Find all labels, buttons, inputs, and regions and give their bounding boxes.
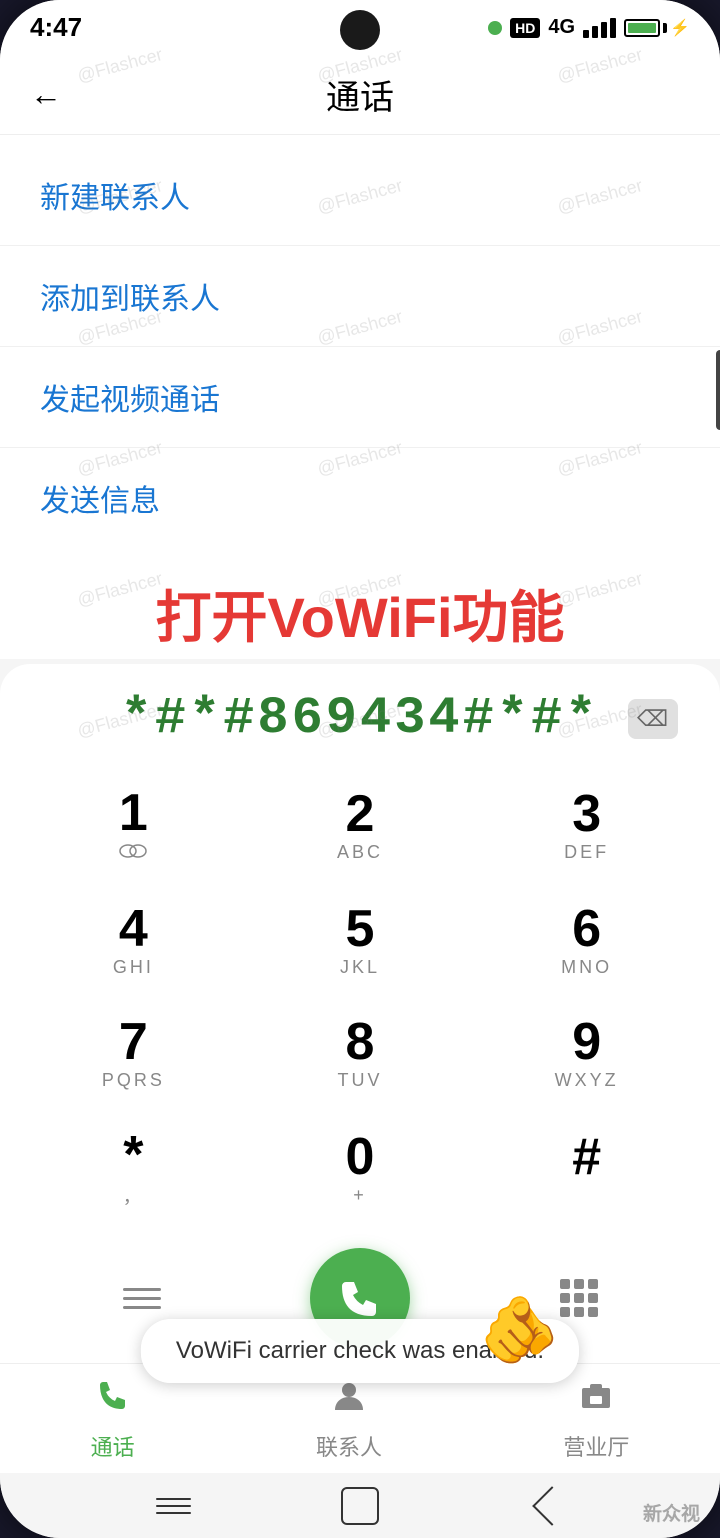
key-6[interactable]: 6 MNO [473,884,700,997]
key-star-main: * [123,1129,143,1181]
nav-business-label: 营业厅 [563,1430,629,1462]
key-8-sub: TUV [337,1070,382,1092]
back-chevron-icon [532,1486,572,1526]
key-3-main: 3 [572,788,601,840]
dial-input-row: *#*#869434#*#* ⌫ [0,664,720,758]
menu-item-send-message[interactable]: 发送信息 [0,448,720,548]
menu-icon [156,1498,191,1514]
key-4-sub: GHI [113,957,154,979]
key-6-sub: MNO [561,957,612,979]
key-5-sub: JKL [340,957,380,979]
key-star[interactable]: * ， [20,1111,247,1228]
system-home-button[interactable] [335,1481,385,1531]
key-1[interactable]: 1 [20,768,247,884]
phone-frame: @Flashcer @Flashcer @Flashcer @Flashcer … [0,0,720,1538]
key-1-main: 1 [119,787,148,839]
hand-pointer-icon: 🫵 [479,1292,560,1363]
key-0-main: 0 [346,1131,375,1183]
key-4-main: 4 [119,903,148,955]
key-1-sub [118,841,148,866]
menu-area: 新建联系人 添加到联系人 发起视频通话 发送信息 [0,135,720,558]
status-icons: HD 4G ⚡ [488,16,690,39]
nav-calls-label: 通话 [91,1430,135,1462]
key-hash[interactable]: # [473,1111,700,1228]
notification-dot [488,21,502,35]
nav-item-calls[interactable]: 通话 [91,1376,135,1462]
dialer-area: *#*#869434#*#* ⌫ 1 2 ABC 3 [0,664,720,1363]
battery-body [624,19,660,37]
backspace-icon: ⌫ [628,699,678,739]
signal-bar-3 [601,22,607,38]
menu-item-add-contact[interactable]: 添加到联系人 [0,246,720,347]
key-2[interactable]: 2 ABC [247,768,474,884]
page-title: 通话 [326,70,394,119]
hd-badge: HD [510,18,540,38]
dial-number-display: *#*#869434#*#* [40,689,680,748]
key-7[interactable]: 7 PQRS [20,998,247,1111]
backspace-button[interactable]: ⌫ [625,696,680,741]
nav-item-business[interactable]: 营业厅 [563,1376,629,1462]
status-time: 4:47 [30,12,82,43]
phone-screen: @Flashcer @Flashcer @Flashcer @Flashcer … [0,0,720,1538]
network-type: 4G [548,16,575,39]
battery-tip [663,23,667,33]
top-nav: ← 通话 [0,55,720,135]
platform-logo: 新众视 [643,1499,700,1526]
signal-bar-1 [583,30,589,38]
system-menu-button[interactable] [148,1481,198,1531]
battery-fill [628,23,656,33]
key-5-main: 5 [346,903,375,955]
menu-lines-icon [123,1288,161,1309]
key-9-sub: WXYZ [555,1070,619,1092]
key-7-main: 7 [119,1016,148,1068]
business-icon [576,1376,616,1425]
key-8-main: 8 [346,1016,375,1068]
menu-item-new-contact[interactable]: 新建联系人 [0,145,720,246]
key-7-sub: PQRS [102,1070,165,1092]
key-3[interactable]: 3 DEF [473,768,700,884]
back-button[interactable]: ← [30,76,62,113]
system-back-button[interactable] [522,1481,572,1531]
nav-item-contacts[interactable]: 联系人 [316,1376,382,1462]
vowifi-title: 打开VoWiFi功能 [30,573,690,654]
key-4[interactable]: 4 GHI [20,884,247,997]
key-0-sub: + [353,1185,367,1207]
key-6-main: 6 [572,903,601,955]
key-5[interactable]: 5 JKL [247,884,474,997]
volume-button[interactable] [716,350,720,430]
key-3-sub: DEF [564,842,609,864]
signal-bar-4 [610,18,616,38]
vowifi-banner: 打开VoWiFi功能 [0,558,720,659]
nav-contacts-label: 联系人 [316,1430,382,1462]
camera-notch [340,10,380,50]
battery-icon: ⚡ [624,18,690,38]
key-9-main: 9 [572,1016,601,1068]
key-2-main: 2 [346,788,375,840]
signal-bar-2 [592,26,598,38]
key-2-sub: ABC [337,842,383,864]
signal-bars [583,18,616,38]
key-0[interactable]: 0 + [247,1111,474,1228]
grid-icon [560,1279,596,1317]
key-hash-main: # [572,1131,601,1183]
calls-icon [93,1376,133,1425]
key-9[interactable]: 9 WXYZ [473,998,700,1111]
system-nav [0,1473,720,1538]
key-8[interactable]: 8 TUV [247,998,474,1111]
charging-icon: ⚡ [670,18,690,38]
key-star-sub: ， [123,1183,144,1209]
keypad: 1 2 ABC 3 DEF 4 GHI [0,758,720,1238]
menu-item-video-call[interactable]: 发起视频通话 [0,347,720,448]
home-square-icon [341,1487,379,1525]
